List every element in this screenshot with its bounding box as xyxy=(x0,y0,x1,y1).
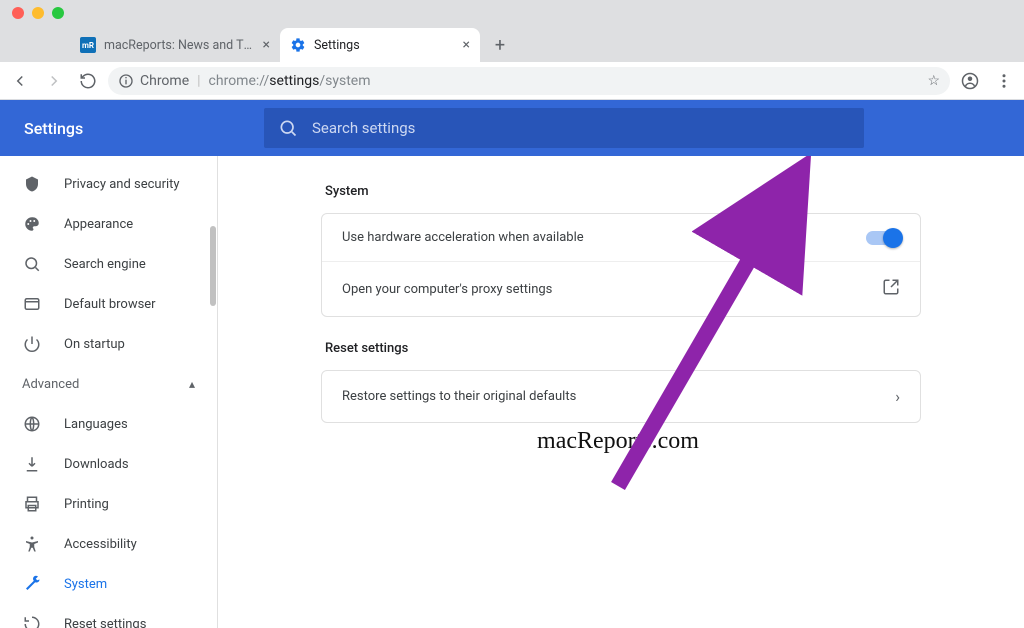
kebab-menu-icon[interactable] xyxy=(990,67,1018,95)
tab-title: Settings xyxy=(314,38,455,53)
profile-icon[interactable] xyxy=(956,67,984,95)
reset-icon xyxy=(22,615,42,628)
sidebar-item-label: Search engine xyxy=(64,257,209,272)
zoom-window-icon[interactable] xyxy=(52,7,64,19)
sidebar-item-label: Downloads xyxy=(64,457,209,472)
chevron-right-icon: › xyxy=(895,387,900,406)
sidebar-item-label: Accessibility xyxy=(64,537,209,552)
sidebar-item-label: Languages xyxy=(64,417,209,432)
accessibility-icon xyxy=(22,535,42,553)
sidebar-item-label: System xyxy=(64,577,209,592)
sidebar-item-startup[interactable]: On startup xyxy=(0,324,209,364)
sidebar-item-search[interactable]: Search engine xyxy=(0,244,209,284)
close-window-icon[interactable] xyxy=(12,7,24,19)
sidebar-item-label: Default browser xyxy=(64,297,209,312)
row-label: Use hardware acceleration when available xyxy=(342,230,584,245)
sidebar-item-printing[interactable]: Printing xyxy=(0,484,209,524)
page-title: Settings xyxy=(24,119,264,138)
row-hardware-accel[interactable]: Use hardware acceleration when available xyxy=(322,214,920,261)
close-icon[interactable]: × xyxy=(463,37,470,53)
sidebar-item-label: Privacy and security xyxy=(64,177,209,192)
secure-label: Chrome xyxy=(140,73,189,89)
tab-macreports[interactable]: mR macReports: News and Tips fo × xyxy=(70,28,280,62)
sidebar-item-accessibility[interactable]: Accessibility xyxy=(0,524,209,564)
sidebar-item-label: On startup xyxy=(64,337,209,352)
url-text: chrome://settings/system xyxy=(209,73,371,89)
new-tab-button[interactable]: + xyxy=(486,31,514,59)
sidebar-item-appearance[interactable]: Appearance xyxy=(0,204,209,244)
sidebar-item-default-browser[interactable]: Default browser xyxy=(0,284,209,324)
bookmark-star-icon[interactable]: ☆ xyxy=(927,73,940,89)
section-title-reset: Reset settings xyxy=(325,341,921,356)
shield-icon xyxy=(22,175,42,193)
search-icon xyxy=(22,255,42,273)
browser-toolbar: Chrome | chrome://settings/system ☆ xyxy=(0,62,1024,100)
section-title-system: System xyxy=(325,184,921,199)
forward-button[interactable] xyxy=(40,67,68,95)
settings-header: Settings Search settings xyxy=(0,100,1024,156)
group-label: Advanced xyxy=(22,377,79,392)
sidebar: Privacy and security Appearance Search e… xyxy=(0,156,218,628)
download-icon xyxy=(22,455,42,473)
content-area: System Use hardware acceleration when av… xyxy=(218,156,1024,628)
row-restore-defaults[interactable]: Restore settings to their original defau… xyxy=(322,371,920,422)
sidebar-item-languages[interactable]: Languages xyxy=(0,404,209,444)
external-link-icon xyxy=(882,278,900,300)
sidebar-item-downloads[interactable]: Downloads xyxy=(0,444,209,484)
close-icon[interactable]: × xyxy=(263,37,270,53)
reload-button[interactable] xyxy=(74,67,102,95)
sidebar-item-reset[interactable]: Reset settings xyxy=(0,604,209,628)
globe-icon xyxy=(22,415,42,433)
browser-icon xyxy=(22,295,42,313)
palette-icon xyxy=(22,215,42,233)
power-icon xyxy=(22,335,42,353)
tab-settings[interactable]: Settings × xyxy=(280,28,480,62)
sidebar-group-advanced[interactable]: Advanced ▴ xyxy=(0,364,217,404)
tab-title: macReports: News and Tips fo xyxy=(104,38,255,53)
tab-strip: mR macReports: News and Tips fo × Settin… xyxy=(0,26,1024,62)
sidebar-item-label: Appearance xyxy=(64,217,209,232)
gear-icon xyxy=(290,37,306,53)
sidebar-item-label: Reset settings xyxy=(64,617,209,628)
sidebar-item-system[interactable]: System xyxy=(0,564,209,604)
traffic-lights xyxy=(12,7,64,19)
search-placeholder: Search settings xyxy=(312,119,415,137)
sidebar-item-privacy[interactable]: Privacy and security xyxy=(0,164,209,204)
row-label: Restore settings to their original defau… xyxy=(342,389,576,404)
favicon-icon: mR xyxy=(80,37,96,53)
titlebar xyxy=(0,0,1024,26)
system-card: Use hardware acceleration when available… xyxy=(321,213,921,317)
row-proxy-settings[interactable]: Open your computer's proxy settings xyxy=(322,261,920,316)
settings-search-input[interactable]: Search settings xyxy=(264,108,864,148)
address-bar[interactable]: Chrome | chrome://settings/system ☆ xyxy=(108,67,950,95)
minimize-window-icon[interactable] xyxy=(32,7,44,19)
wrench-icon xyxy=(22,575,42,593)
scrollbar-thumb[interactable] xyxy=(210,226,216,306)
site-info-icon[interactable]: Chrome xyxy=(118,73,189,89)
back-button[interactable] xyxy=(6,67,34,95)
sidebar-item-label: Printing xyxy=(64,497,209,512)
row-label: Open your computer's proxy settings xyxy=(342,282,552,297)
chevron-up-icon: ▴ xyxy=(189,377,195,391)
print-icon xyxy=(22,495,42,513)
reset-card: Restore settings to their original defau… xyxy=(321,370,921,423)
toggle-hardware-accel[interactable] xyxy=(866,231,900,245)
